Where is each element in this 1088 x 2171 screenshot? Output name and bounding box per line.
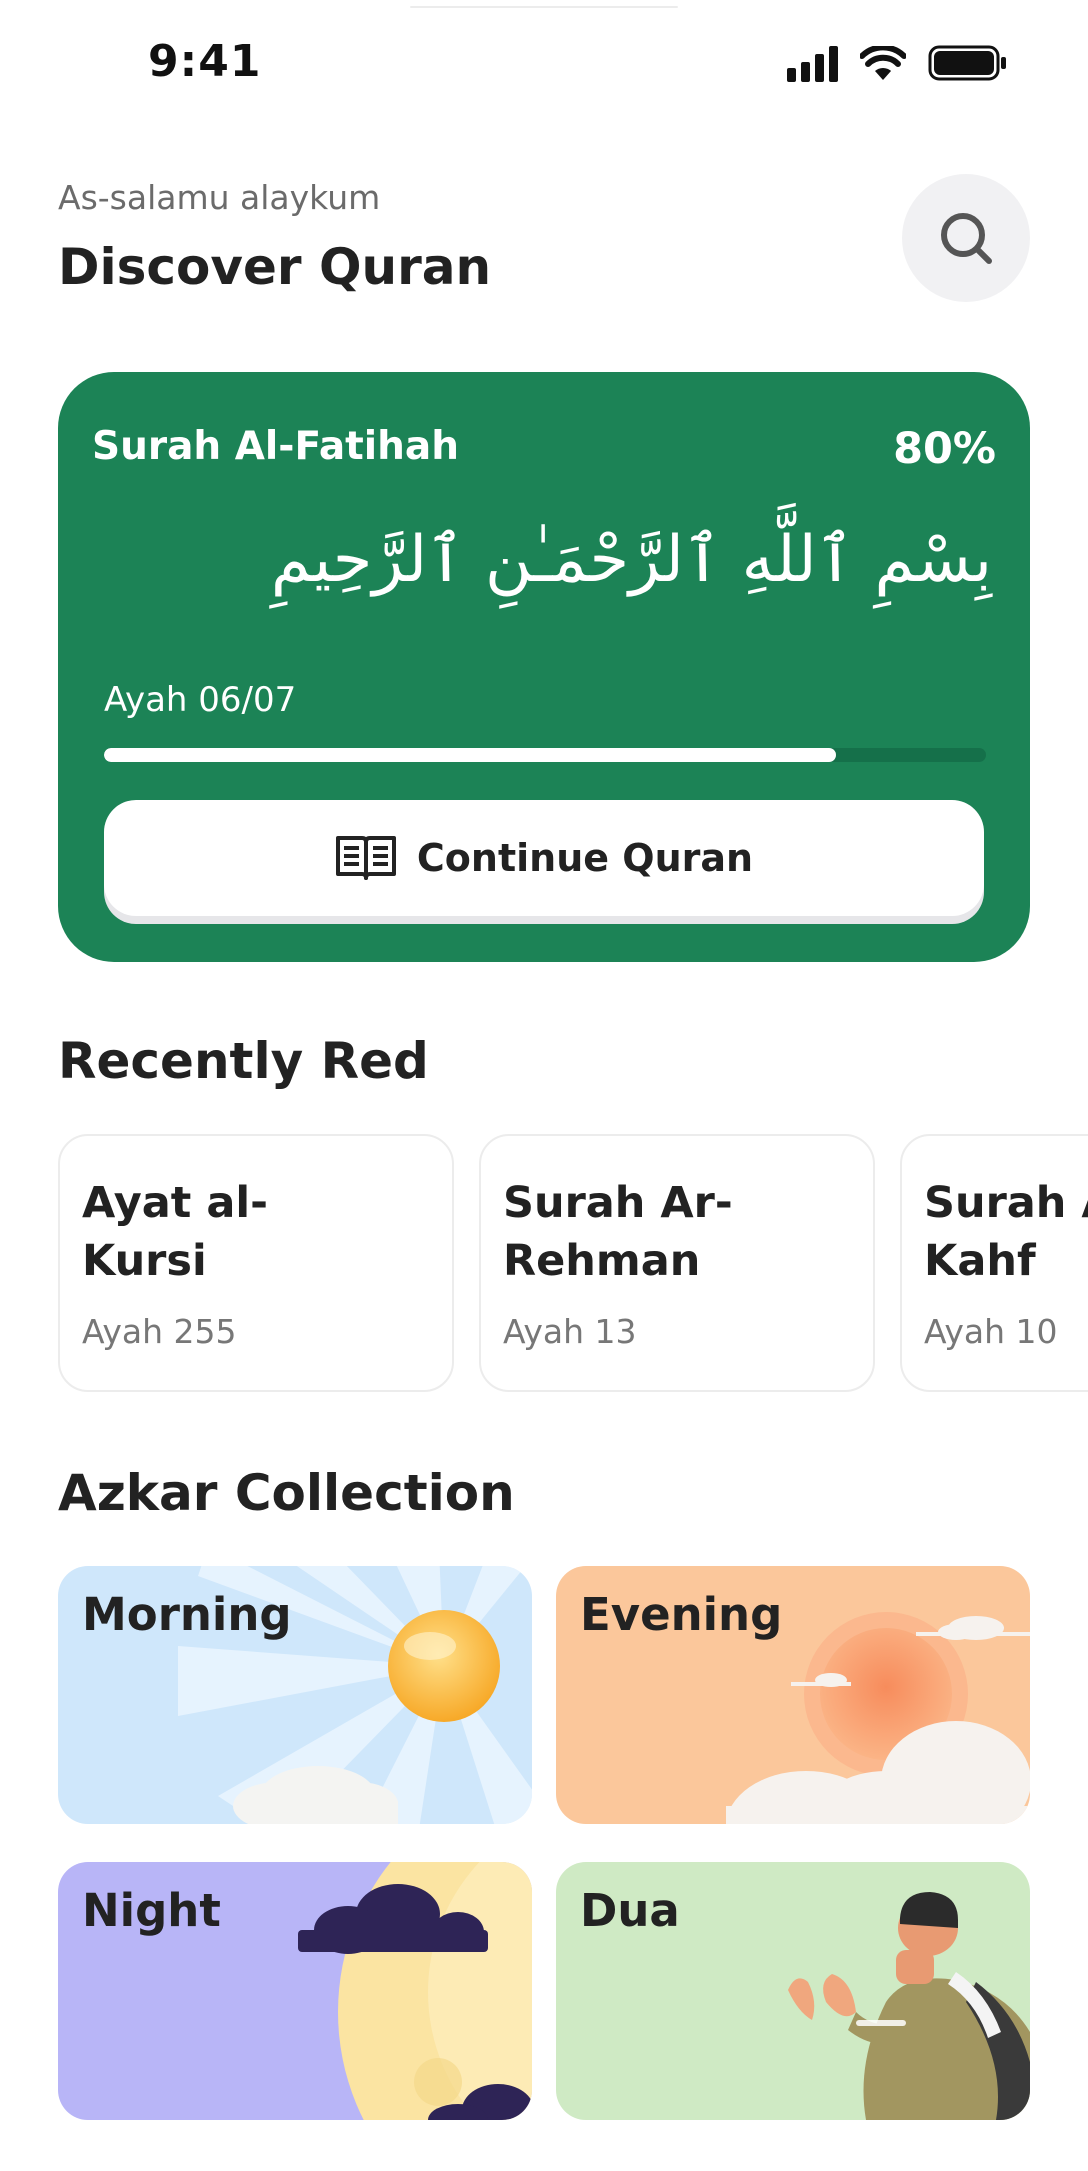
azkar-label-dua: Dua (580, 1884, 680, 1937)
recent-card-ayat-al-kursi[interactable]: Ayat al- Kursi Ayah 255 (58, 1134, 454, 1392)
arabic-verse: بِسْمِ ٱللَّهِ ٱلرَّحْمَـٰنِ ٱلرَّحِيمِ (270, 523, 992, 597)
azkar-card-night[interactable]: Night (58, 1862, 532, 2120)
progress-percent: 80% (893, 424, 996, 474)
book-icon (335, 836, 396, 880)
azkar-collection-title: Azkar Collection (58, 1464, 515, 1522)
recent-item-ayah: Ayah 10 (924, 1312, 1058, 1351)
recent-item-name: Surah Al- Kahf (924, 1178, 1088, 1286)
current-surah-name: Surah Al-Fatihah (92, 424, 460, 469)
azkar-card-dua[interactable]: Dua (556, 1862, 1030, 2120)
azkar-card-evening[interactable]: Evening (556, 1566, 1030, 1824)
recently-read-title: Recently Red (58, 1032, 429, 1090)
ayah-counter: Ayah 06/07 (104, 680, 297, 720)
search-button[interactable] (902, 174, 1030, 302)
azkar-label-morning: Morning (82, 1588, 292, 1641)
recent-item-ayah: Ayah 255 (82, 1312, 237, 1351)
reading-progress-bar (104, 748, 986, 762)
recently-read-list[interactable]: Ayat al- Kursi Ayah 255 Surah Ar- Rehman… (58, 1134, 1088, 1394)
recent-item-name: Surah Ar- Rehman (503, 1178, 733, 1286)
recent-card-surah-ar-rehman[interactable]: Surah Ar- Rehman Ayah 13 (479, 1134, 875, 1392)
continue-quran-button[interactable]: Continue Quran (104, 800, 984, 916)
azkar-card-morning[interactable]: Morning (58, 1566, 532, 1824)
recent-item-ayah: Ayah 13 (503, 1312, 637, 1351)
reading-progress-fill (104, 748, 837, 762)
wifi-icon (860, 46, 906, 80)
recent-item-name: Ayat al- Kursi (82, 1178, 268, 1286)
status-icons (787, 40, 1008, 82)
azkar-label-night: Night (82, 1884, 221, 1937)
status-bar: 9:41 (0, 0, 1088, 120)
signal-icon (787, 46, 838, 82)
page-title: Discover Quran (58, 238, 492, 296)
continue-quran-label: Continue Quran (416, 836, 754, 880)
current-reading-card[interactable]: Surah Al-Fatihah 80% بِسْمِ ٱللَّهِ ٱلرَ… (58, 372, 1030, 962)
greeting-text: As-salamu alaykum (58, 178, 381, 217)
battery-icon (928, 45, 1006, 81)
recent-card-surah-al-kahf[interactable]: Surah Al- Kahf Ayah 10 (900, 1134, 1088, 1392)
azkar-label-evening: Evening (580, 1588, 783, 1641)
status-time: 9:41 (148, 36, 262, 87)
search-icon (941, 213, 992, 264)
